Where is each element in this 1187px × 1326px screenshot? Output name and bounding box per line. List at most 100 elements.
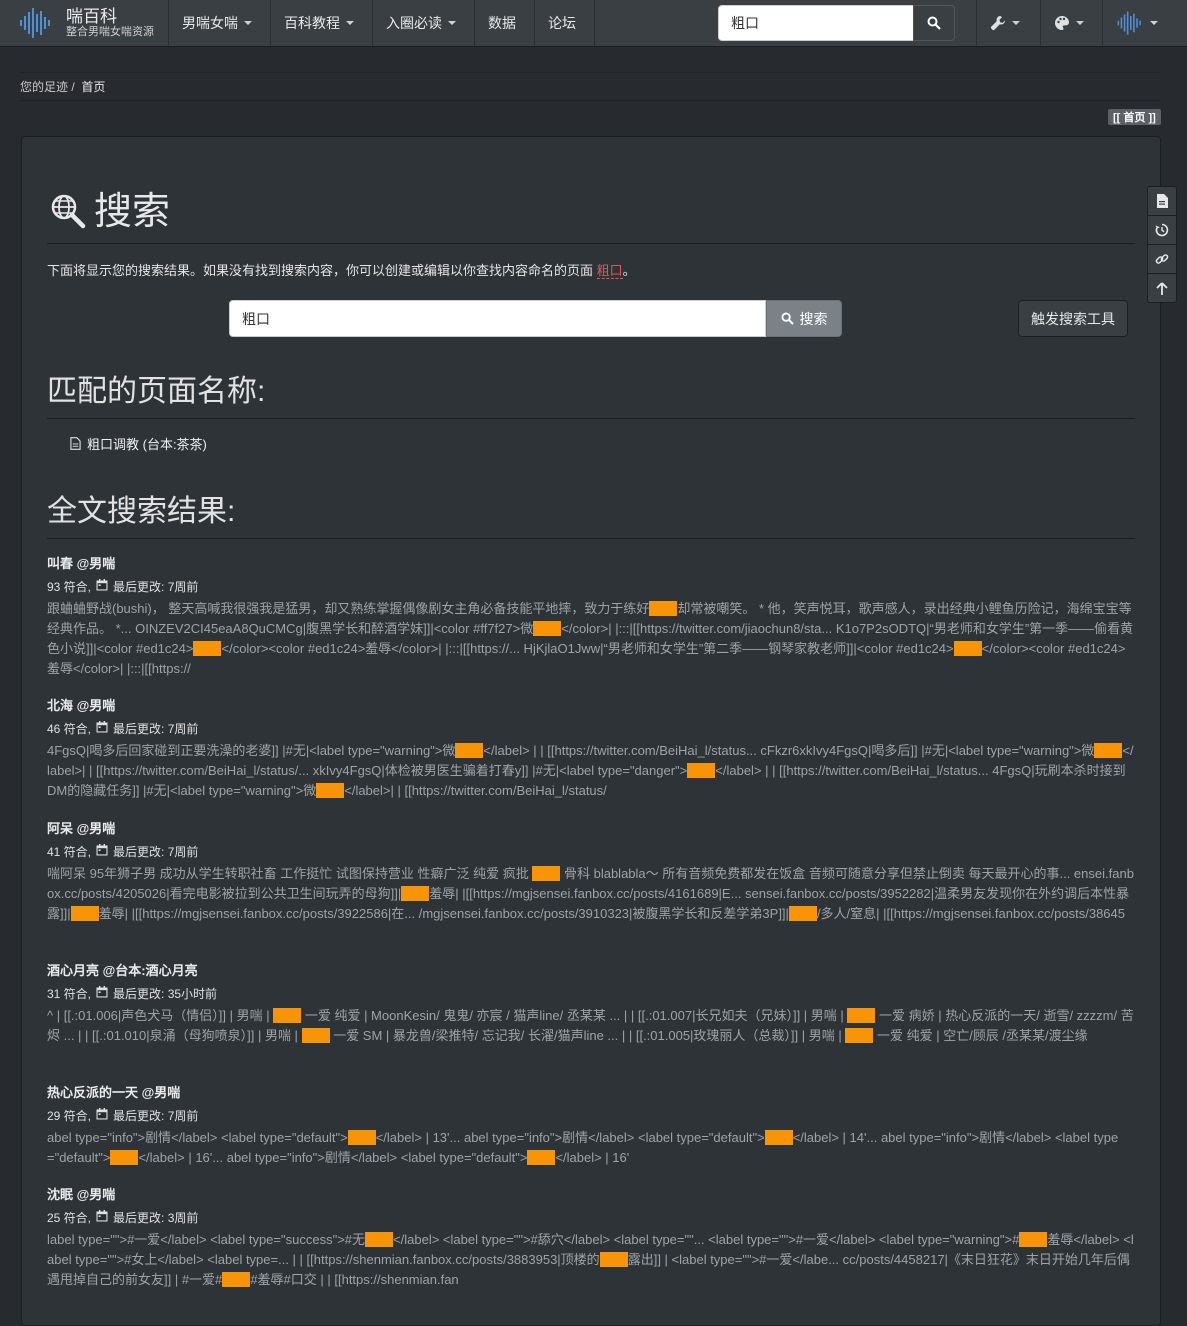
search-result: 沈眠 @男喘 25 符合, 最后更改: 3周前 label type="">#一爱</… (47, 1186, 1135, 1290)
snippet-text: </label> | 16' (555, 1150, 630, 1165)
result-snippet: label type="">#一爱</label> <label type="s… (47, 1230, 1135, 1290)
search-hit-highlight: 粗口 (110, 1150, 139, 1165)
snippet-text: 一爱 纯爱 | MoonKesin/ 鬼鬼/ 亦宸 / 猫声line/ 丞某某 … (301, 1008, 848, 1023)
caret-down-icon (346, 21, 354, 25)
result-title-link[interactable]: 阿呆 @男喘 (47, 820, 1135, 838)
page-title: 搜索 (94, 191, 171, 233)
caret-down-icon (244, 21, 252, 25)
tools-menu[interactable] (978, 0, 1040, 46)
nav-item-male-female[interactable]: 男喘女喘 (170, 0, 270, 46)
result-meta: 46 符合, 最后更改: 7周前 (47, 721, 1135, 737)
search-result: 北海 @男喘 46 符合, 最后更改: 7周前 4FgsQ|喝多后回家碰到正要洗澡的老… (47, 697, 1135, 801)
search-hit-highlight: 粗口 (687, 763, 716, 778)
snippet-text: 一爱 SM | 暴龙兽/梁推特/ 忘记我/ 长濯/猫声line ... | | … (329, 1028, 846, 1043)
history-icon (1155, 223, 1169, 237)
nav-search-input[interactable]: 粗口 (718, 5, 914, 41)
search-result: 酒心月亮 @台本:酒心月亮 31 符合, 最后更改: 35小时前 ^ | [[.:01… (47, 962, 1135, 1046)
last-modified: 最后更改: 7周前 (113, 845, 199, 859)
search-hit-highlight: 粗口 (649, 601, 678, 616)
snippet-text: abel type="info">剧情</label> <label type=… (47, 1130, 348, 1145)
snippet-text: </label> <label type="">#舔穴</label> <lab… (393, 1232, 1020, 1247)
palette-icon (1055, 16, 1069, 30)
search-hit-highlight: 粗口 (455, 743, 484, 758)
search-icon (780, 312, 794, 325)
page-id-badge[interactable]: [[ 首页 ]] (1108, 109, 1161, 125)
hit-count: 41 符合, (47, 845, 92, 859)
hit-count: 29 符合, (47, 1109, 92, 1123)
search-hit-highlight: 粗口 (599, 1252, 628, 1267)
last-modified: 最后更改: 7周前 (113, 580, 199, 594)
result-snippet: ^ | [[.:01.006|声色犬马（情侣）]] | 男喘 | 粗口 一爱 纯… (47, 1006, 1135, 1046)
search-hit-highlight: 粗口 (316, 783, 345, 798)
hit-count: 93 符合, (47, 580, 92, 594)
result-meta: 31 符合, 最后更改: 35小时前 (47, 986, 1135, 1002)
nav-item-forum[interactable]: 论坛 (536, 0, 594, 46)
search-button[interactable]: 搜索 (766, 300, 842, 337)
page-source-button[interactable] (1148, 187, 1176, 216)
fulltext-heading: 全文搜索结果: (47, 495, 236, 528)
snippet-text: label type="">#一爱</label> <label type="s… (47, 1232, 366, 1247)
result-meta: 41 符合, 最后更改: 7周前 (47, 844, 1135, 860)
backlinks-button[interactable] (1148, 245, 1176, 274)
calendar-icon (96, 721, 108, 737)
caret-down-icon (1150, 21, 1158, 25)
result-title-link[interactable]: 沈眠 @男喘 (47, 1186, 1135, 1204)
user-avatar-icon (1117, 11, 1141, 35)
user-menu[interactable] (1104, 0, 1170, 46)
back-to-top-button[interactable] (1148, 274, 1176, 302)
nav-search-button[interactable] (913, 5, 955, 41)
document-icon (70, 437, 81, 450)
search-tools-toggle[interactable]: 触发搜索工具 (1018, 300, 1128, 337)
search-hit-highlight: 粗口 (301, 1028, 330, 1043)
result-meta: 29 符合, 最后更改: 7周前 (47, 1108, 1135, 1124)
theme-menu[interactable] (1042, 0, 1102, 46)
nav-item-must-read[interactable]: 入圈必读 (374, 0, 474, 46)
result-title-link[interactable]: 北海 @男喘 (47, 697, 1135, 715)
pagename-heading: 匹配的页面名称: (47, 375, 266, 408)
result-snippet: 4FgsQ|喝多后回家碰到正要洗澡的老婆]] |#无|<label type="… (47, 741, 1135, 801)
nav-item-data[interactable]: 数据 (476, 0, 534, 46)
divider (47, 418, 1135, 419)
link-icon (1155, 254, 1169, 264)
search-intro: 下面将显示您的搜索结果。如果没有找到搜索内容，你可以创建或编辑以你查找内容命名的… (47, 263, 636, 279)
arrow-up-icon (1156, 281, 1168, 295)
snippet-text: 4FgsQ|喝多后回家碰到正要洗澡的老婆]] |#无|<label type="… (47, 743, 456, 758)
result-title-link[interactable]: 酒心月亮 @台本:酒心月亮 (47, 962, 1135, 980)
calendar-icon (96, 1108, 108, 1124)
search-hit-highlight: 粗口 (532, 866, 561, 881)
result-snippet: 跟蛐蛐野战(bushi)， 整天高喊我很强我是猛男，却又熟练掌握偶像剧女主角必备… (47, 599, 1135, 679)
search-hit-highlight: 粗口 (222, 1272, 251, 1287)
brand-title[interactable]: 喘百科 (66, 8, 117, 26)
navbar: 喘百科 整合男喘女喘资源 男喘女喘 百科教程 入圈必读 数据 论坛 粗口 (0, 0, 1187, 47)
calendar-icon (96, 1210, 108, 1226)
calendar-icon (96, 579, 108, 595)
last-modified: 最后更改: 7周前 (113, 722, 199, 736)
brand-subtitle: 整合男喘女喘资源 (66, 26, 154, 38)
last-modified: 最后更改: 3周前 (113, 1211, 199, 1225)
result-title-link[interactable]: 叫春 @男喘 (47, 555, 1135, 573)
search-icon (927, 16, 941, 30)
search-result: 阿呆 @男喘 41 符合, 最后更改: 7周前喘阿呆 95年狮子男 成功从学生转职社… (47, 820, 1135, 924)
snippet-text: 羞辱| |[[https://mgjsensei.fanbox.cc/posts… (98, 906, 789, 921)
search-hit-highlight: 粗口 (527, 1150, 556, 1165)
document-icon (1157, 194, 1168, 208)
search-input[interactable]: 粗口 (229, 300, 766, 337)
result-title-link[interactable]: 热心反派的一天 @男喘 (47, 1084, 1135, 1102)
snippet-text: </label> | | [[https://twitter.com/BeiHa… (483, 743, 1095, 758)
divider (20, 72, 1160, 73)
snippet-text: </label>| | [[https://twitter.com/BeiHai… (344, 783, 607, 798)
divider (20, 100, 1160, 101)
snippet-text: 喘阿呆 95年狮子男 成功从学生转职社畜 工作挺忙 试图保持营业 性癖广泛 纯爱… (47, 866, 533, 881)
nav-item-tutorials[interactable]: 百科教程 (272, 0, 372, 46)
old-revisions-button[interactable] (1148, 216, 1176, 245)
search-hit-highlight: 粗口 (401, 886, 430, 901)
brand-logo-icon[interactable] (18, 8, 54, 41)
caret-down-icon (1076, 21, 1084, 25)
pagename-result-link[interactable]: 粗口调教 (台本:茶茶) (70, 434, 207, 453)
last-modified: 最后更改: 7周前 (113, 1109, 199, 1123)
breadcrumb-home-link[interactable]: 首页 (81, 80, 105, 94)
page-tools (1147, 186, 1177, 303)
create-page-link[interactable]: 粗口 (596, 263, 623, 279)
breadcrumb: 您的足迹 / 首页 (20, 80, 106, 94)
snippet-text: ^ | [[.:01.006|声色犬马（情侣）]] | 男喘 | (47, 1008, 274, 1023)
